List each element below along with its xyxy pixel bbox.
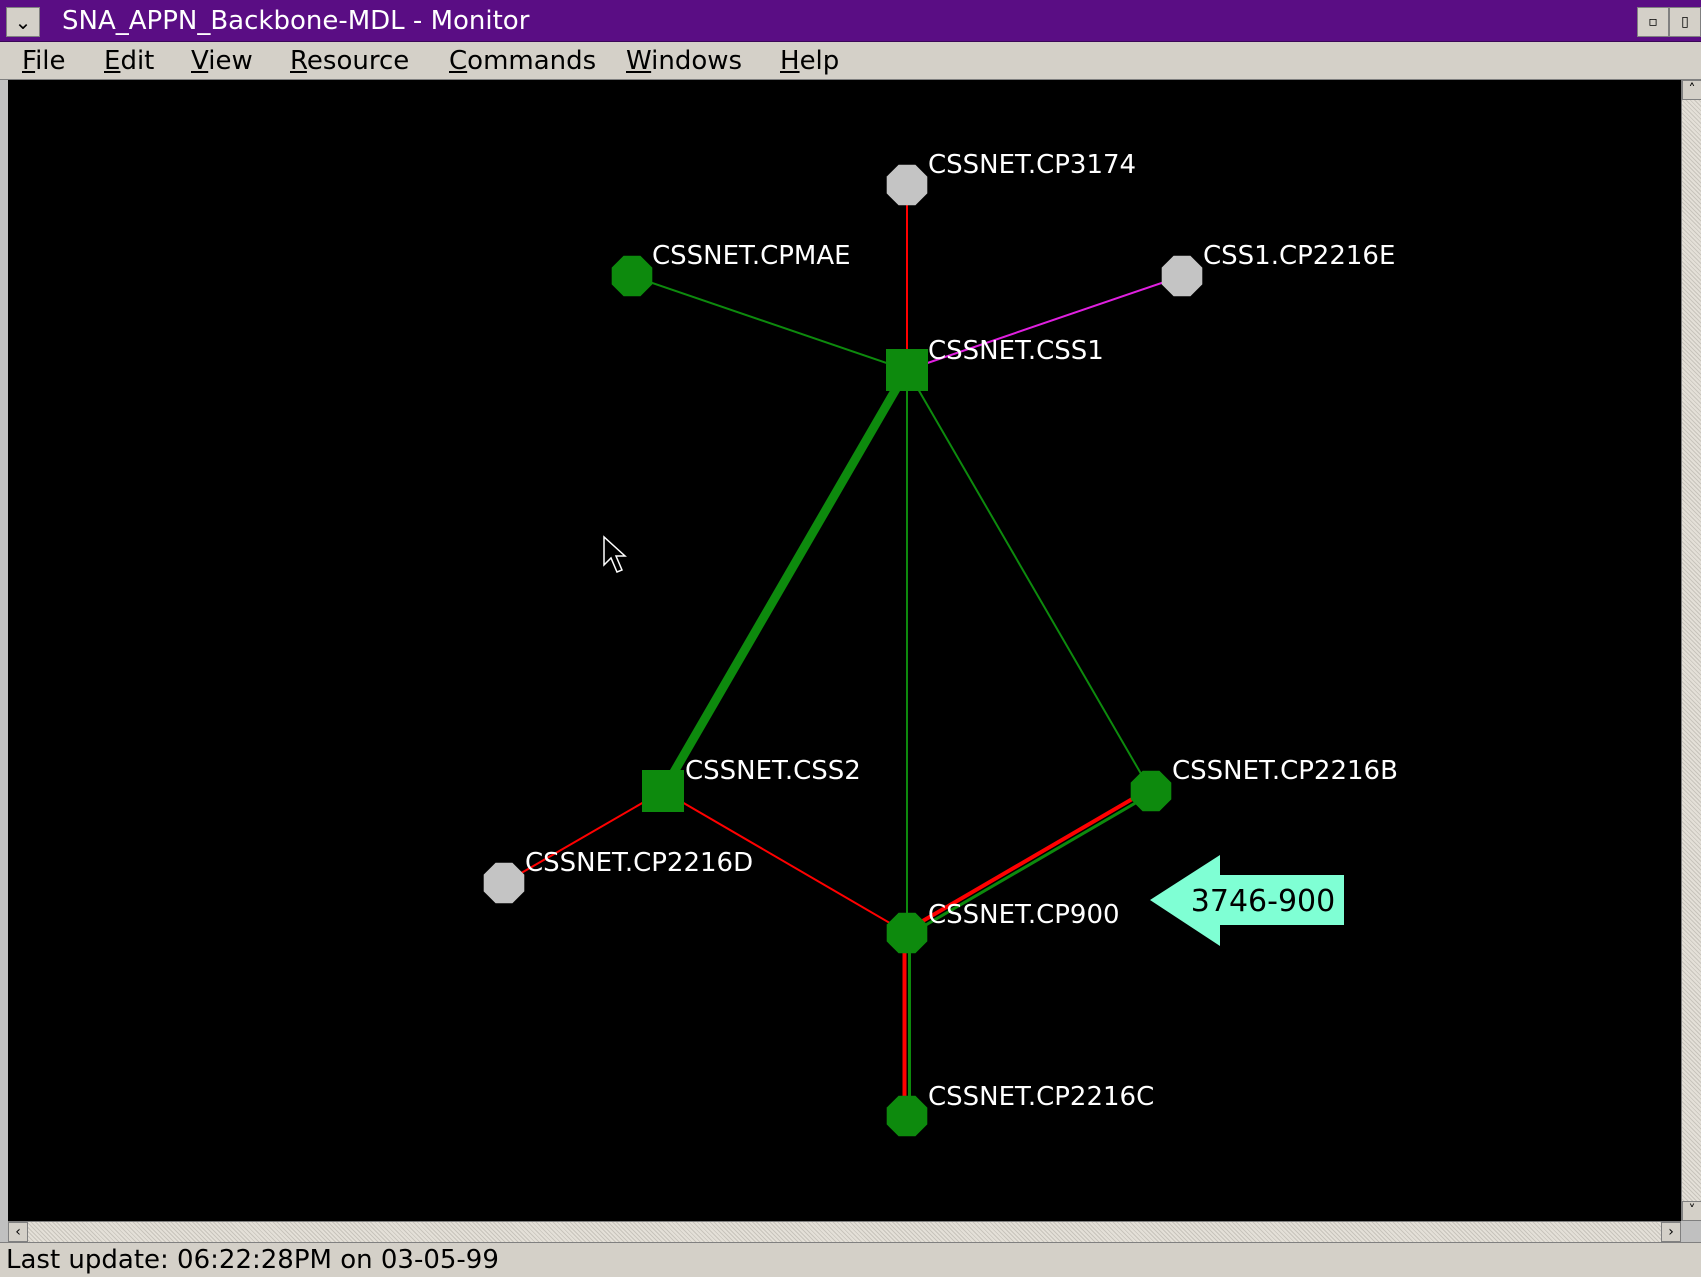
link-cp900-cp2216c	[902, 933, 911, 1116]
topology-canvas[interactable]: CSSNET.CP3174 CSSNET.CPMAE CSS1.CP2216E CSS…	[8, 80, 1681, 1221]
menu-commands[interactable]: Commands	[449, 46, 596, 76]
link-css1-cp2216b	[906, 369, 1152, 792]
link-cpmae-css1	[631, 275, 908, 371]
scroll-right-icon[interactable]: ›	[1661, 1222, 1681, 1242]
node-cp2216d-label[interactable]: CSSNET.CP2216D	[525, 848, 753, 878]
system-menu-icon[interactable]: ⌄	[6, 7, 40, 37]
node-css1-icon[interactable]	[886, 349, 928, 391]
node-cp2216b-icon[interactable]	[1130, 770, 1172, 812]
scroll-left-icon[interactable]: ‹	[8, 1222, 28, 1242]
node-cp3174-label[interactable]: CSSNET.CP3174	[928, 150, 1136, 180]
menu-view[interactable]: View	[191, 46, 253, 76]
menu-resource[interactable]: Resource	[290, 46, 409, 76]
vertical-scrollbar[interactable]: ˄ ˅	[1681, 80, 1701, 1221]
node-cp2216c-label[interactable]: CSSNET.CP2216C	[928, 1082, 1154, 1112]
restore-icon[interactable]: ▯	[1669, 7, 1701, 37]
node-cp2216c-icon[interactable]	[886, 1095, 928, 1137]
status-bar: Last update: 06:22:28PM on 03-05-99	[0, 1242, 1701, 1277]
scroll-up-icon[interactable]: ˄	[1682, 80, 1701, 100]
topology-map[interactable]: CSSNET.CP3174 CSSNET.CPMAE CSS1.CP2216E CSS…	[8, 80, 1681, 1221]
link-css1-css2	[659, 367, 911, 794]
menu-edit[interactable]: Edit	[104, 46, 154, 76]
node-cp2216b-label[interactable]: CSSNET.CP2216B	[1172, 756, 1398, 786]
node-css2-label[interactable]: CSSNET.CSS2	[685, 756, 861, 786]
mouse-pointer-icon	[603, 535, 627, 573]
last-update-status: Last update: 06:22:28PM on 03-05-99	[6, 1245, 499, 1275]
horizontal-scrollbar[interactable]: ‹ ›	[8, 1221, 1681, 1242]
menu-windows[interactable]: Windows	[626, 46, 742, 76]
minimize-icon[interactable]: ▫	[1637, 7, 1669, 37]
node-css1-label[interactable]: CSSNET.CSS1	[928, 336, 1104, 366]
node-cp900-label[interactable]: CSSNET.CP900	[928, 900, 1120, 930]
node-cp2216d-icon[interactable]	[483, 862, 525, 904]
node-cpmae-icon[interactable]	[611, 255, 653, 297]
node-cp2216e-icon[interactable]	[1161, 255, 1203, 297]
node-cp900-icon[interactable]	[886, 912, 928, 954]
node-css2-icon[interactable]	[642, 770, 684, 812]
node-cpmae-label[interactable]: CSSNET.CPMAE	[652, 241, 851, 271]
node-cp2216e-label[interactable]: CSS1.CP2216E	[1203, 241, 1395, 271]
node-cp3174-icon[interactable]	[886, 164, 928, 206]
scroll-down-icon[interactable]: ˅	[1682, 1201, 1701, 1221]
menu-file[interactable]: File	[22, 46, 66, 76]
menu-bar: File Edit View Resource Commands Windows…	[0, 42, 1701, 80]
menu-help[interactable]: Help	[780, 46, 839, 76]
window-title: SNA_APPN_Backbone-MDL - Monitor	[62, 6, 530, 36]
callout-label: 3746-900	[1191, 884, 1335, 919]
title-bar[interactable]: ⌄ SNA_APPN_Backbone-MDL - Monitor ▫ ▯	[0, 0, 1701, 42]
